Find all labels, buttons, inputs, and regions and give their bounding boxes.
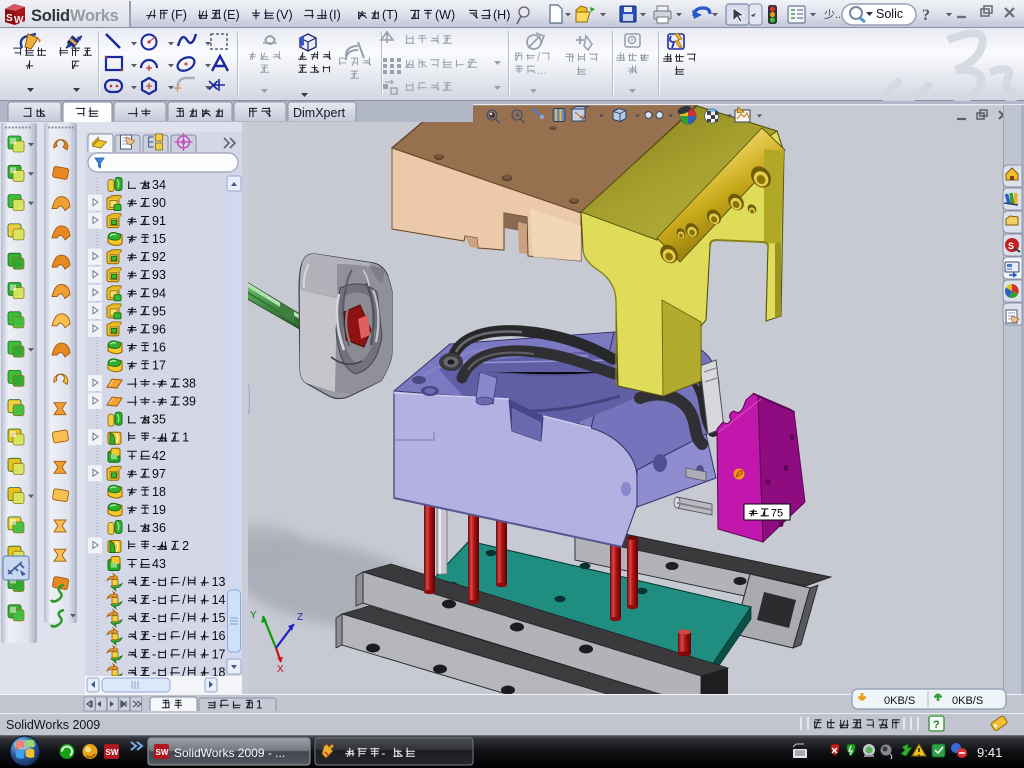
svg-text:90: 90 [152, 196, 166, 210]
svg-text:-: - [152, 377, 156, 391]
svg-text:(H): (H) [493, 8, 510, 22]
svg-text:SolidWorks 2009 - ...: SolidWorks 2009 - ... [174, 746, 285, 760]
svg-text:16: 16 [152, 341, 166, 355]
svg-text:95: 95 [152, 304, 166, 318]
svg-text:(T): (T) [382, 8, 398, 22]
svg-text:W: W [14, 15, 24, 26]
svg-text:-: - [381, 746, 385, 760]
svg-text:(W): (W) [435, 8, 455, 22]
svg-text:(F): (F) [171, 8, 187, 22]
svg-text:42: 42 [152, 449, 166, 463]
svg-text:-: - [152, 539, 156, 553]
svg-text:Solic: Solic [876, 7, 903, 21]
svg-text:SW: SW [156, 748, 169, 757]
svg-text:少..: 少.. [824, 8, 841, 21]
svg-text:(E): (E) [223, 8, 240, 22]
svg-text:19: 19 [152, 503, 166, 517]
svg-text:/: / [182, 647, 186, 661]
svg-text:9:41: 9:41 [977, 745, 1002, 760]
svg-text:/: / [182, 629, 186, 643]
svg-text:75: 75 [771, 508, 783, 520]
svg-text:SolidWorks 2009: SolidWorks 2009 [6, 718, 100, 732]
svg-text:39: 39 [182, 395, 196, 409]
svg-text:96: 96 [152, 322, 166, 336]
svg-text:-: - [152, 395, 156, 409]
svg-text:15: 15 [212, 611, 226, 625]
svg-text:0KB/S: 0KB/S [884, 695, 915, 707]
svg-text:-: - [152, 647, 156, 661]
svg-text:93: 93 [152, 268, 166, 282]
svg-text:13: 13 [212, 575, 226, 589]
svg-text:2: 2 [182, 539, 189, 553]
svg-text:?: ? [922, 7, 930, 24]
svg-text:Z: Z [297, 612, 303, 623]
svg-text:/: / [182, 593, 186, 607]
svg-text:17: 17 [212, 647, 226, 661]
svg-text:17: 17 [152, 359, 166, 373]
svg-text:/: / [182, 611, 186, 625]
svg-text:-: - [152, 431, 156, 445]
svg-text:18: 18 [152, 485, 166, 499]
svg-text:DimXpert: DimXpert [293, 106, 346, 120]
svg-text:35: 35 [152, 413, 166, 427]
svg-text:S: S [6, 13, 13, 24]
svg-text:...: ... [537, 65, 547, 77]
svg-text:-: - [152, 629, 156, 643]
svg-text:(V): (V) [276, 8, 293, 22]
svg-text:-: - [152, 593, 156, 607]
svg-text:16: 16 [212, 629, 226, 643]
svg-text:Y: Y [250, 610, 257, 621]
svg-text:92: 92 [152, 250, 166, 264]
svg-text:97: 97 [152, 467, 166, 481]
svg-text:S: S [1008, 241, 1014, 251]
svg-text:-: - [152, 575, 156, 589]
svg-text:43: 43 [152, 557, 166, 571]
svg-text:X: X [277, 664, 284, 675]
svg-text:14: 14 [212, 593, 226, 607]
svg-text:SolidWorks: SolidWorks [31, 7, 119, 25]
svg-text:/: / [182, 575, 186, 589]
svg-text:?: ? [933, 719, 940, 731]
svg-text:36: 36 [152, 521, 166, 535]
svg-text:34: 34 [152, 178, 166, 192]
svg-text:-: - [152, 611, 156, 625]
svg-text:0KB/S: 0KB/S [952, 695, 983, 707]
svg-text:(I): (I) [329, 8, 341, 22]
svg-text:94: 94 [152, 286, 166, 300]
svg-text:1: 1 [256, 698, 263, 712]
svg-text:15: 15 [152, 232, 166, 246]
svg-text:91: 91 [152, 214, 166, 228]
svg-text:1: 1 [182, 431, 189, 445]
svg-text:SW: SW [106, 748, 119, 757]
svg-text:38: 38 [182, 377, 196, 391]
